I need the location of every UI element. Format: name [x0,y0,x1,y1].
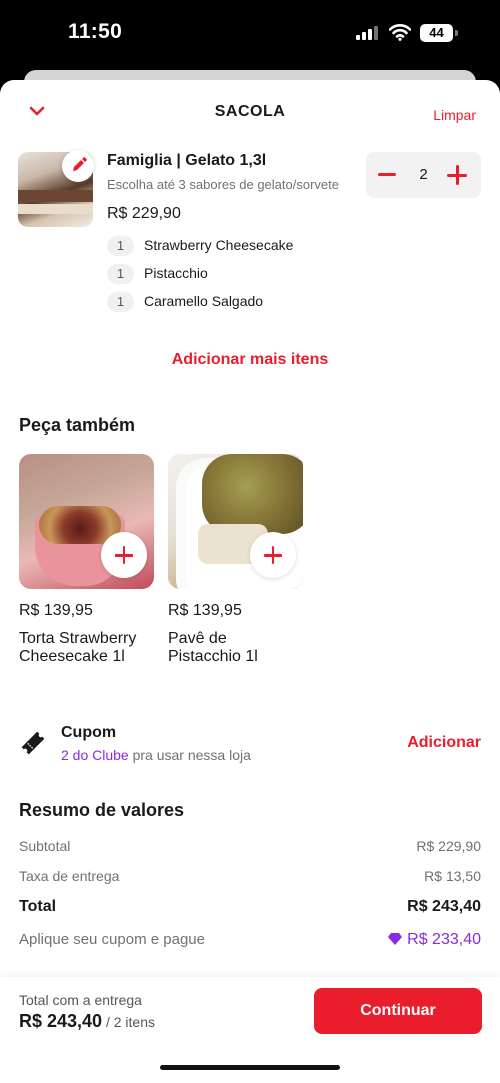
ticket-icon [21,731,45,755]
coupon-subtitle-text: pra usar nessa loja [128,747,251,763]
increase-quantity-button[interactable] [447,165,467,185]
item-name: Famiglia | Gelato 1,3l [107,152,267,169]
diamond-icon [388,933,403,945]
clear-button[interactable]: Limpar [433,107,476,123]
add-suggestion-button[interactable] [250,532,296,578]
battery-cap [455,30,458,36]
suggestion-price: R$ 139,95 [168,602,242,619]
discounted-total: R$ 233,40 [388,931,481,949]
header: SACOLA Limpar [0,80,500,146]
checkout-footer: Total com a entrega R$ 243,40 / 2 itens … [0,977,500,1083]
total-row: Total R$ 243,40 [19,898,481,918]
footer-total-label: Total com a entrega [19,992,142,1008]
flavor-name: Strawberry Cheesecake [144,237,294,253]
cellular-signal-icon [356,26,380,40]
summary-title: Resumo de valores [19,800,185,820]
suggestion-name: Torta Strawberry Cheesecake 1l [19,630,137,665]
flavor-qty-badge: 1 [107,292,134,312]
suggestions-title: Peça também [19,415,136,435]
add-suggestion-button[interactable] [101,532,147,578]
apply-coupon-row[interactable]: Aplique seu cupom e pague R$ 233,40 [19,931,481,951]
flavor-qty-badge: 1 [107,236,134,256]
footer-total: R$ 243,40 / 2 itens [19,1011,155,1032]
flavor-name: Caramello Salgado [144,293,264,309]
suggestion-name: Pavê de Pistacchio 1l [168,630,258,665]
flavor-qty-badge: 1 [107,264,134,284]
battery-indicator: 44 [420,24,453,42]
subtotal-row: Subtotal R$ 229,90 [19,838,481,858]
coupon-title: Cupom [61,724,117,741]
add-more-items-button[interactable]: Adicionar mais itens [0,351,500,369]
delivery-fee-value: R$ 13,50 [424,868,481,884]
footer-item-count: / 2 itens [102,1014,155,1030]
subtotal-value: R$ 229,90 [416,838,481,854]
page-title: SACOLA [214,103,286,120]
item-description: Escolha até 3 sabores de gelato/sorvete [107,177,339,192]
coupon-subtitle: 2 do Clube pra usar nessa loja [61,747,251,763]
total-label: Total [19,898,57,915]
suggestion-price: R$ 139,95 [19,602,93,619]
edit-item-button[interactable] [62,150,94,182]
quantity-stepper: 2 [366,152,481,198]
pencil-icon [73,157,87,171]
item-price: R$ 229,90 [107,205,181,222]
delivery-fee-label: Taxa de entrega [19,868,120,884]
delivery-fee-row: Taxa de entrega R$ 13,50 [19,868,481,888]
wifi-icon [389,24,411,41]
club-coupons-link[interactable]: 2 do Clube [61,747,129,763]
total-value: R$ 243,40 [407,898,481,915]
bag-sheet: SACOLA Limpar Famiglia | Gelato 1,3l Esc… [0,80,500,1083]
flavor-name: Pistacchio [144,265,208,281]
status-time: 11:50 [68,20,123,43]
home-indicator[interactable] [160,1065,340,1070]
footer-total-value: R$ 243,40 [19,1011,103,1031]
discounted-total-value: R$ 233,40 [407,931,481,948]
add-coupon-button[interactable]: Adicionar [407,734,481,752]
status-bar: 11:50 44 [0,0,500,70]
continue-button[interactable]: Continuar [314,988,482,1034]
apply-coupon-label: Aplique seu cupom e pague [19,931,205,948]
subtotal-label: Subtotal [19,838,71,854]
